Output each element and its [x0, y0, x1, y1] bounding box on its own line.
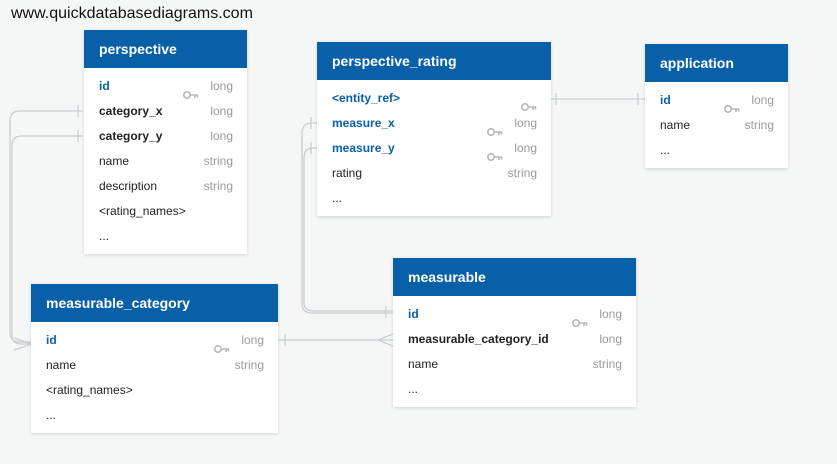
field-name: name [99, 154, 130, 168]
field-row[interactable]: id long [84, 74, 247, 100]
field-row[interactable]: measure_y long [317, 136, 551, 162]
field-type: string [234, 358, 264, 372]
field-name: id [408, 307, 419, 321]
field-type: string [592, 357, 622, 371]
field-row[interactable]: rating string [317, 161, 551, 186]
field-type: string [507, 166, 537, 180]
table-application[interactable]: application id long name string... [645, 44, 788, 168]
key-icon [182, 83, 199, 100]
key-icon [213, 337, 230, 354]
field-row[interactable]: ... [645, 138, 788, 163]
field-row[interactable]: ... [317, 186, 551, 211]
field-row[interactable]: name string [645, 113, 788, 138]
table-perspective[interactable]: perspective id long category_x long category_… [84, 30, 247, 254]
field-row[interactable]: id long [31, 328, 278, 354]
field-name: ... [99, 229, 110, 243]
field-name: category_x [99, 104, 163, 118]
field-name: measure_x [332, 116, 395, 130]
field-type: string [203, 179, 233, 193]
field-name: rating [332, 166, 363, 180]
key-icon [486, 120, 503, 137]
field-type: long [210, 129, 233, 143]
table-header[interactable]: perspective [84, 30, 247, 68]
field-row[interactable]: measure_x long [317, 111, 551, 137]
field-row[interactable]: ... [84, 224, 247, 249]
field-row[interactable]: name string [84, 149, 247, 174]
field-row[interactable]: description string [84, 174, 247, 199]
field-name: name [408, 357, 439, 371]
field-name: measurable_category_id [408, 332, 549, 346]
table-header[interactable]: application [645, 44, 788, 82]
field-type: long [599, 332, 622, 346]
field-type: long [210, 79, 233, 93]
field-name: name [660, 118, 691, 132]
field-row[interactable]: ... [31, 403, 278, 428]
table-perspective-rating[interactable]: perspective_rating <entity_ref> measure_x l… [317, 42, 551, 216]
field-row[interactable]: category_x long [84, 99, 247, 124]
key-icon [723, 97, 740, 114]
key-icon [571, 311, 588, 328]
field-name: <entity_ref> [332, 91, 401, 105]
table-header[interactable]: perspective_rating [317, 42, 551, 80]
field-name: description [99, 179, 158, 193]
key-icon [520, 95, 537, 112]
field-row[interactable]: <entity_ref> [317, 86, 551, 112]
field-name: <rating_names> [99, 204, 186, 218]
field-name: ... [46, 408, 57, 422]
field-type: string [744, 118, 774, 132]
field-name: ... [332, 191, 343, 205]
field-type: long [241, 333, 264, 347]
field-row[interactable]: <rating_names> [84, 199, 247, 224]
field-type: long [751, 93, 774, 107]
field-row[interactable]: name string [31, 353, 278, 378]
field-name: measure_y [332, 141, 395, 155]
field-row[interactable]: measurable_category_id long [393, 327, 636, 352]
table-header[interactable]: measurable_category [31, 284, 278, 322]
field-name: id [99, 79, 110, 93]
field-name: <rating_names> [46, 383, 133, 397]
field-row[interactable]: id long [645, 88, 788, 114]
field-name: name [46, 358, 77, 372]
field-type: long [210, 104, 233, 118]
field-row[interactable]: id long [393, 302, 636, 328]
field-type: string [203, 154, 233, 168]
field-name: ... [660, 143, 671, 157]
field-row[interactable]: name string [393, 352, 636, 377]
field-row[interactable]: ... [393, 377, 636, 402]
table-measurable-category[interactable]: measurable_categoryid long name string <rati… [31, 284, 278, 433]
field-row[interactable]: category_y long [84, 124, 247, 149]
field-name: ... [408, 382, 419, 396]
key-icon [486, 145, 503, 162]
field-type: long [514, 116, 537, 130]
field-type: long [599, 307, 622, 321]
field-type: long [514, 141, 537, 155]
field-name: id [660, 93, 671, 107]
table-header[interactable]: measurable [393, 258, 636, 296]
table-measurable[interactable]: measurable id long measurable_category_id lo… [393, 258, 636, 407]
field-row[interactable]: <rating_names> [31, 378, 278, 403]
field-name: id [46, 333, 57, 347]
field-name: category_y [99, 129, 163, 143]
